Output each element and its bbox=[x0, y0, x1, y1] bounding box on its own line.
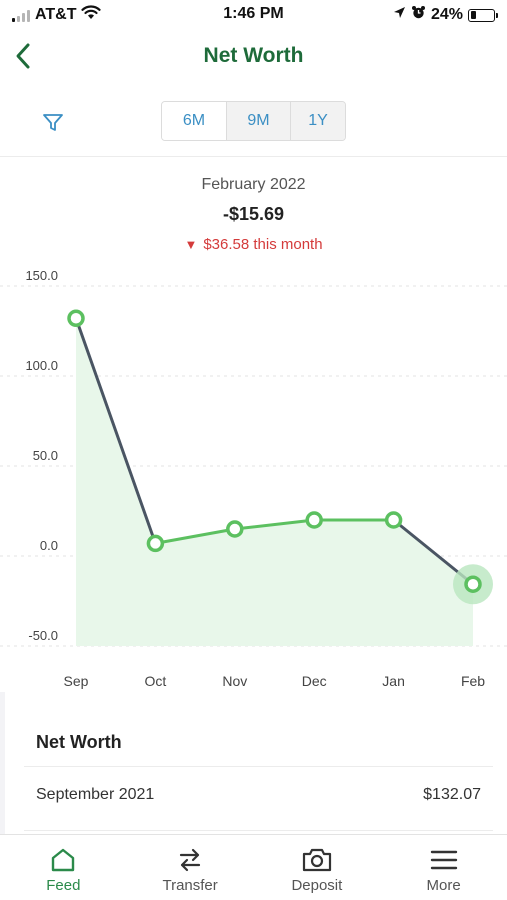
camera-icon bbox=[302, 848, 331, 872]
list-item[interactable]: September 2021 $132.07 bbox=[24, 768, 493, 822]
area-fill bbox=[76, 318, 473, 646]
down-arrow-icon: ▼ bbox=[184, 237, 198, 252]
battery-percent: 24% bbox=[430, 6, 463, 23]
tab-label: Deposit bbox=[291, 877, 343, 894]
menu-icon bbox=[430, 850, 457, 870]
y-tick-label: 100.0 bbox=[25, 358, 58, 373]
transfer-icon bbox=[180, 848, 201, 872]
status-bar: AT&T 1:46 PM 24% bbox=[0, 0, 507, 30]
divider bbox=[24, 766, 493, 767]
tab-deposit[interactable]: Deposit bbox=[254, 835, 381, 900]
x-tick-label: Nov bbox=[222, 673, 247, 689]
data-point bbox=[384, 511, 403, 529]
y-tick-label: -50.0 bbox=[28, 628, 58, 643]
summary-change: ▼ $36.58 this month bbox=[0, 236, 507, 253]
filter-button[interactable] bbox=[40, 110, 66, 136]
range-1y-button[interactable]: 1Y bbox=[290, 102, 345, 140]
battery-icon bbox=[468, 8, 498, 22]
page-title: Net Worth bbox=[203, 44, 304, 67]
location-icon bbox=[393, 6, 406, 24]
data-point bbox=[146, 534, 165, 553]
alarm-icon bbox=[411, 5, 426, 25]
tab-label: Transfer bbox=[162, 877, 218, 894]
net-worth-chart[interactable]: 150.0 100.0 50.0 0.0 -50.0 Sep Oct Nov Dec Jan Feb bbox=[0, 268, 507, 700]
toolbar: 6M 9M 1Y bbox=[0, 100, 507, 144]
data-point bbox=[305, 511, 323, 529]
x-tick-label: Oct bbox=[145, 673, 167, 689]
x-tick-label: Dec bbox=[302, 673, 327, 689]
tab-label: Feed bbox=[46, 877, 81, 894]
summary-month: February 2022 bbox=[201, 176, 306, 193]
data-point bbox=[226, 520, 244, 538]
chart-svg: 150.0 100.0 50.0 0.0 -50.0 Sep Oct Nov Dec Jan Feb bbox=[0, 268, 507, 689]
tab-bar: Feed Transfer Deposit More bbox=[0, 834, 507, 900]
net-worth-heading: Net Worth bbox=[36, 732, 122, 752]
x-tick-label: Sep bbox=[64, 673, 89, 689]
y-tick-label: 0.0 bbox=[40, 538, 58, 553]
header: Net Worth bbox=[0, 30, 507, 86]
data-point bbox=[67, 309, 85, 328]
range-6m-button[interactable]: 6M bbox=[162, 102, 226, 140]
home-icon bbox=[52, 848, 75, 872]
y-tick-label: 150.0 bbox=[25, 270, 58, 283]
list-item-label: September 2021 bbox=[36, 786, 155, 803]
x-tick-label: Feb bbox=[461, 673, 485, 689]
net-worth-list: Net Worth September 2021 $132.07 bbox=[0, 692, 507, 834]
data-point bbox=[464, 575, 482, 593]
y-tick-label: 50.0 bbox=[33, 448, 58, 463]
divider bbox=[24, 830, 493, 831]
battery-fill bbox=[470, 11, 476, 19]
tab-more[interactable]: More bbox=[380, 835, 507, 900]
x-tick-label: Jan bbox=[382, 673, 405, 689]
list-item-value: $132.07 bbox=[423, 786, 481, 803]
filter-icon bbox=[43, 114, 63, 131]
divider bbox=[0, 156, 507, 157]
tab-feed[interactable]: Feed bbox=[0, 835, 127, 900]
summary-value: -$15.69 bbox=[222, 204, 285, 224]
summary-change-text: $36.58 this month bbox=[203, 236, 323, 253]
tab-transfer[interactable]: Transfer bbox=[127, 835, 254, 900]
status-right: 24% bbox=[393, 5, 498, 25]
range-selector: 6M 9M 1Y bbox=[161, 101, 346, 141]
range-9m-button[interactable]: 9M bbox=[226, 102, 290, 140]
tab-label: More bbox=[426, 877, 461, 894]
